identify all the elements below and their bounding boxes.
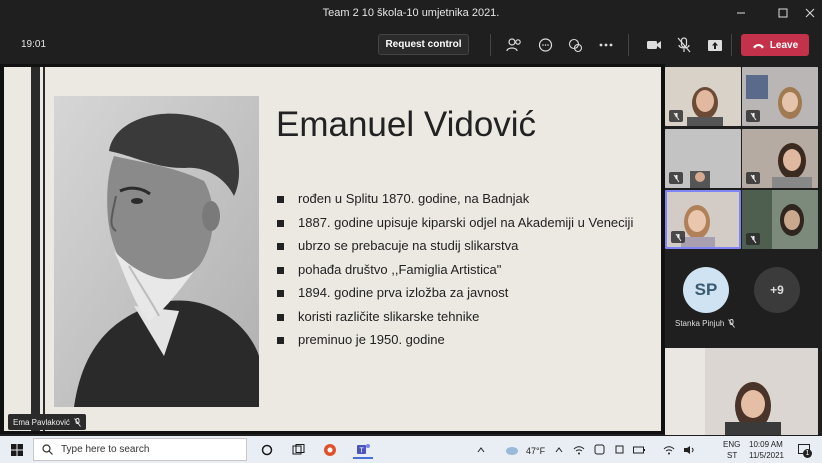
participant-video-tile[interactable] (742, 129, 818, 188)
avatar-initials: SP (694, 280, 718, 299)
microphone-muted-icon (74, 417, 81, 427)
slide-decor-line (43, 67, 45, 431)
slide-bullet: 1894. godine prva izložba za javnost (277, 285, 637, 301)
microphone-muted-icon (746, 233, 760, 245)
weather-temperature[interactable]: 47°F (526, 446, 545, 456)
call-timer: 19:01 (21, 39, 47, 50)
slide-decor-bar (31, 67, 40, 431)
participant-avatar[interactable]: SP (683, 267, 729, 313)
toolbar-divider (628, 34, 629, 56)
notification-count: 1 (803, 449, 812, 458)
slide-bullet: pohađa društvo ,,Famiglia Artistica" (277, 262, 637, 278)
self-video-tile[interactable] (665, 348, 818, 435)
cortana-icon[interactable] (257, 440, 277, 459)
chat-icon[interactable] (534, 34, 556, 56)
reactions-icon[interactable] (564, 34, 586, 56)
clock-date[interactable]: 11/5/2021 (749, 451, 784, 460)
more-participants-button[interactable]: +9 (754, 267, 800, 313)
leave-label: Leave (769, 39, 799, 51)
windows-taskbar: Type here to search T 47°F ENG ST 10:09 … (0, 436, 822, 463)
window-title-bar: Team 2 10 škola-10 umjetnika 2021. (0, 0, 822, 26)
tray-app-icon[interactable] (592, 440, 606, 459)
slide-bullet-list: rođen u Splitu 1870. godine, na Badnjak … (277, 191, 637, 356)
input-language[interactable]: ENG (723, 440, 740, 449)
close-icon[interactable] (796, 0, 822, 26)
slide-bullet: rođen u Splitu 1870. godine, na Badnjak (277, 191, 637, 207)
window-title: Team 2 10 škola-10 umjetnika 2021. (322, 7, 500, 19)
volume-icon[interactable] (682, 440, 696, 459)
active-speaker-video-tile[interactable] (665, 190, 741, 249)
camera-icon[interactable] (643, 34, 665, 56)
microphone-muted-icon (746, 110, 760, 122)
search-placeholder: Type here to search (61, 444, 150, 455)
chevron-up-icon[interactable] (552, 440, 566, 459)
task-view-icon[interactable] (288, 440, 308, 459)
microphone-muted-icon (728, 319, 736, 328)
weather-icon[interactable] (503, 440, 521, 459)
participant-name: Stanka Pinjuh (675, 319, 725, 328)
participant-video-tile[interactable] (665, 67, 741, 126)
maximize-icon[interactable] (769, 0, 797, 26)
participant-video-tile[interactable] (665, 129, 741, 188)
toolbar-divider (731, 34, 732, 56)
slide-bullet: ubrzo se prebacuje na studij slikarstva (277, 238, 637, 254)
network-icon[interactable] (572, 440, 586, 459)
toolbar-divider (490, 34, 491, 56)
presenter-name: Ema Pavlaković (13, 417, 70, 427)
svg-text:T: T (360, 447, 365, 454)
microphone-muted-icon (669, 110, 683, 122)
clock-time[interactable]: 10:09 AM (749, 440, 783, 449)
slide-bullet: koristi različite slikarske tehnike (277, 309, 637, 325)
microphone-muted-icon (746, 172, 760, 184)
minimize-icon[interactable] (727, 0, 755, 26)
taskbar-search-box[interactable]: Type here to search (33, 438, 247, 461)
share-screen-icon[interactable] (704, 34, 726, 56)
shared-screen-stage: Emanuel Vidović rođen u Splitu 1870. god… (0, 64, 665, 434)
participants-icon[interactable] (503, 34, 525, 56)
participant-name-label: Stanka Pinjuh (675, 319, 736, 328)
portrait-photo (54, 96, 259, 407)
more-participants-count: +9 (770, 283, 784, 297)
slide-bullet: preminuo je 1950. godine (277, 332, 637, 348)
more-options-icon[interactable] (595, 34, 617, 56)
notification-center-icon[interactable]: 1 (796, 440, 812, 459)
wifi-icon[interactable] (662, 440, 676, 459)
input-region[interactable]: ST (727, 451, 737, 460)
microphone-muted-icon[interactable] (673, 34, 695, 56)
tray-app-icon[interactable] (612, 440, 626, 459)
presenter-name-chip: Ema Pavlaković (8, 414, 86, 430)
browser-icon[interactable] (320, 440, 340, 459)
call-toolbar: 19:01 Request control Leave (0, 26, 822, 64)
battery-icon[interactable] (632, 440, 646, 459)
request-control-button[interactable]: Request control (378, 34, 469, 55)
participant-video-tile[interactable] (742, 190, 818, 249)
teams-icon[interactable]: T (353, 440, 373, 459)
microphone-muted-icon (669, 172, 683, 184)
slide-title: Emanuel Vidović (276, 105, 537, 144)
tray-overflow-icon[interactable] (476, 440, 486, 459)
microphone-muted-icon (671, 231, 685, 243)
search-icon (42, 444, 53, 455)
windows-start-icon[interactable] (7, 440, 27, 459)
slide-bullet: 1887. godine upisuje kiparski odjel na A… (277, 215, 637, 231)
participant-video-tile[interactable] (742, 67, 818, 126)
phone-hangup-icon (752, 43, 764, 48)
presentation-slide: Emanuel Vidović rođen u Splitu 1870. god… (4, 67, 661, 431)
leave-button[interactable]: Leave (741, 34, 809, 56)
